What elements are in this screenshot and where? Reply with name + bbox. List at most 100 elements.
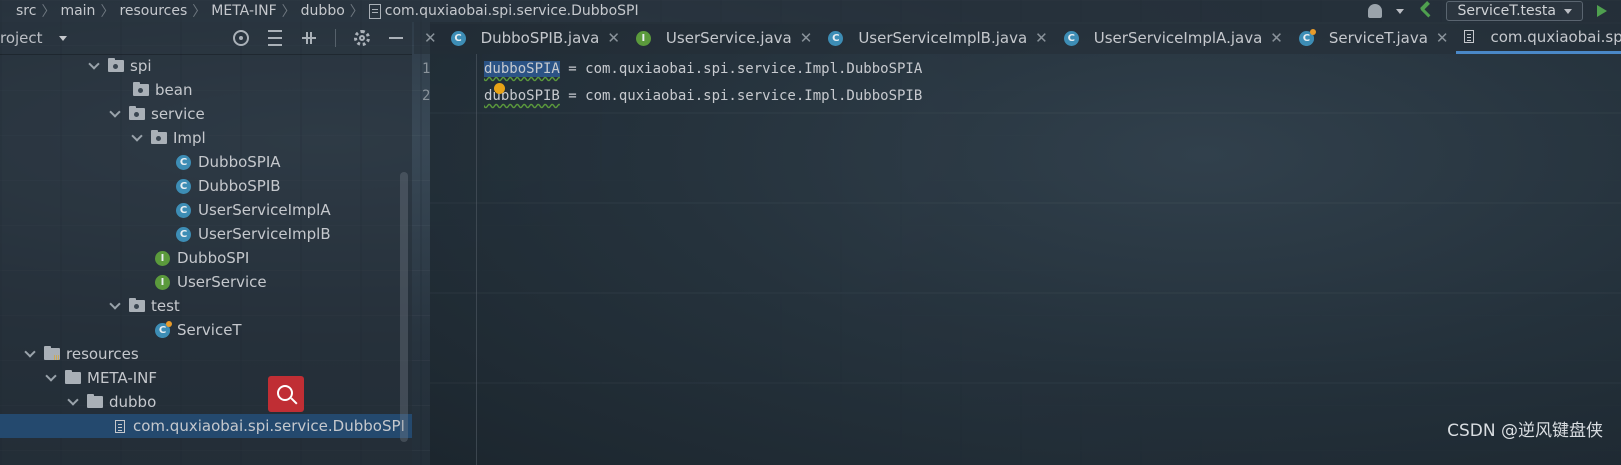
tree-item-label: DubboSPIA — [198, 153, 281, 171]
close-icon[interactable]: ✕ — [1270, 29, 1283, 47]
tab-userserviceimpla[interactable]: C UserServiceImplA.java ✕ — [1056, 22, 1291, 54]
user-icon[interactable] — [1368, 4, 1383, 18]
close-icon[interactable]: ✕ — [414, 22, 443, 54]
tab-dubbospi-file[interactable]: com.quxiaobai.spi.serv — [1456, 22, 1621, 54]
editor-tabs: ✕ C DubboSPIB.java ✕ I UserService.java … — [414, 22, 1621, 54]
chevron-down-icon[interactable] — [131, 130, 143, 142]
tree-item-dubbospib[interactable]: C DubboSPIB — [0, 174, 588, 198]
code-line[interactable]: dubboSPIB = com.quxiaobai.spi.service.Im… — [484, 88, 922, 104]
intention-bulb-icon[interactable] — [494, 83, 505, 94]
package-icon — [151, 130, 167, 144]
run-play-icon[interactable] — [1597, 5, 1607, 17]
tree-item-servicet[interactable]: C ServiceT — [0, 318, 567, 342]
tab-label: com.quxiaobai.spi.serv — [1490, 27, 1621, 46]
code-line[interactable]: dubboSPIA = com.quxiaobai.spi.service.Im… — [484, 61, 922, 77]
folder-icon — [65, 370, 81, 384]
chevron-down-icon[interactable] — [109, 106, 121, 118]
tree-item-resources[interactable]: resources — [0, 342, 438, 366]
chevron-down-icon[interactable] — [88, 58, 100, 70]
chevron-down-icon[interactable] — [1396, 8, 1405, 14]
tree-item-dubbospi[interactable]: I DubboSPI — [0, 246, 567, 270]
package-icon — [129, 106, 145, 120]
expand-all-icon[interactable] — [267, 30, 283, 46]
chevron-down-icon[interactable] — [45, 370, 57, 382]
tree-item-label: dubbo — [109, 393, 157, 411]
run-config-label: ServiceT.testa — [1457, 3, 1556, 19]
code-key: dubboSPIA — [484, 61, 560, 77]
chevron-down-icon — [1564, 8, 1572, 14]
tree-item-userserviceimpla[interactable]: C UserServiceImplA — [0, 198, 588, 222]
build-hammer-icon[interactable] — [1418, 4, 1432, 18]
class-icon: C — [176, 178, 191, 194]
hide-panel-icon[interactable] — [388, 30, 404, 46]
search-icon — [276, 384, 293, 401]
tab-dubbospib[interactable]: C DubboSPIB.java ✕ — [443, 22, 628, 54]
file-icon — [1464, 30, 1475, 43]
breadcrumb-separator: 〉 — [41, 4, 56, 20]
code-value: = com.quxiaobai.spi.service.Impl.DubboSP… — [559, 88, 923, 104]
breadcrumb-item[interactable]: dubbo — [296, 3, 350, 19]
tree-item-dubbospi-file[interactable]: com.quxiaobai.spi.service.DubboSPI — [0, 414, 412, 438]
chevron-down-icon[interactable] — [24, 346, 36, 358]
tree-item-userserviceimplb[interactable]: C UserServiceImplB — [0, 222, 588, 246]
interface-icon: I — [155, 274, 170, 290]
collapse-all-icon[interactable] — [301, 30, 317, 46]
tab-servicet[interactable]: C ServiceT.java ✕ — [1291, 22, 1457, 54]
project-view-selector[interactable]: roject — [0, 29, 67, 47]
tree-item-label: DubboSPIB — [198, 177, 281, 195]
close-icon[interactable]: ✕ — [1436, 29, 1449, 47]
file-icon — [368, 3, 381, 19]
class-icon: C — [176, 226, 191, 242]
package-icon — [108, 58, 124, 72]
breadcrumb-separator: 〉 — [192, 4, 207, 20]
project-title: roject — [0, 29, 43, 47]
folder-icon — [87, 394, 103, 408]
tree-item-label: UserServiceImplA — [198, 201, 331, 219]
close-icon[interactable]: ✕ — [1035, 29, 1048, 47]
close-icon[interactable]: ✕ — [800, 29, 813, 47]
class-icon: C — [176, 154, 191, 170]
close-icon[interactable]: ✕ — [607, 29, 620, 47]
project-panel: roject spi bean service Impl C DubboSPIA… — [0, 22, 412, 465]
chevron-down-icon[interactable] — [67, 394, 79, 406]
gear-icon[interactable] — [354, 30, 370, 46]
tree-item-meta-inf[interactable]: META-INF — [0, 366, 459, 390]
run-config-select[interactable]: ServiceT.testa — [1446, 1, 1583, 21]
line-number: 1 — [422, 61, 431, 77]
breadcrumb-separator: 〉 — [281, 4, 296, 20]
editor-gutter: 1 2 — [414, 54, 477, 465]
file-icon — [115, 419, 125, 433]
tree-item-label: spi — [130, 57, 152, 75]
floating-search-button[interactable] — [268, 376, 304, 412]
tree-item-dubbo[interactable]: dubbo — [0, 390, 481, 414]
tree-item-label: resources — [66, 345, 139, 363]
tree-item-label: DubboSPI — [177, 249, 250, 267]
tree-item-label: service — [151, 105, 205, 123]
breadcrumb-item[interactable]: main — [55, 3, 100, 19]
watermark: CSDN @逆风键盘侠 — [1447, 421, 1603, 441]
package-icon — [129, 298, 145, 312]
class-icon: C — [1063, 30, 1079, 46]
project-scrollbar[interactable] — [400, 172, 408, 442]
tab-userservice[interactable]: I UserService.java ✕ — [628, 22, 820, 54]
breadcrumb-separator: 〉 — [100, 4, 115, 20]
breadcrumb-file[interactable]: com.quxiaobai.spi.service.DubboSPI — [364, 3, 644, 19]
tree-item-dubbospia[interactable]: C DubboSPIA — [0, 150, 588, 174]
tab-label: UserServiceImplA.java — [1093, 29, 1263, 47]
breadcrumb-item[interactable]: src — [0, 3, 41, 19]
code-value: = com.quxiaobai.spi.service.Impl.DubboSP… — [559, 61, 923, 77]
tab-label: UserServiceImplB.java — [858, 29, 1028, 47]
locate-target-icon[interactable] — [233, 30, 249, 46]
tree-item-label: bean — [155, 81, 193, 99]
breadcrumb-item[interactable]: META-INF — [206, 3, 281, 19]
tree-item-label: test — [151, 297, 180, 315]
chevron-down-icon[interactable] — [109, 298, 121, 310]
tree-item-label: com.quxiaobai.spi.service.DubboSPI — [133, 417, 405, 435]
tab-userserviceimplb[interactable]: C UserServiceImplB.java ✕ — [820, 22, 1055, 54]
interface-icon: I — [635, 30, 651, 46]
breadcrumb-item[interactable]: resources — [114, 3, 192, 19]
tree-item-label: UserService — [177, 273, 267, 291]
interface-icon: I — [155, 250, 170, 266]
breadcrumb-file-label: com.quxiaobai.spi.service.DubboSPI — [384, 3, 639, 19]
tree-item-userservice[interactable]: I UserService — [0, 270, 567, 294]
